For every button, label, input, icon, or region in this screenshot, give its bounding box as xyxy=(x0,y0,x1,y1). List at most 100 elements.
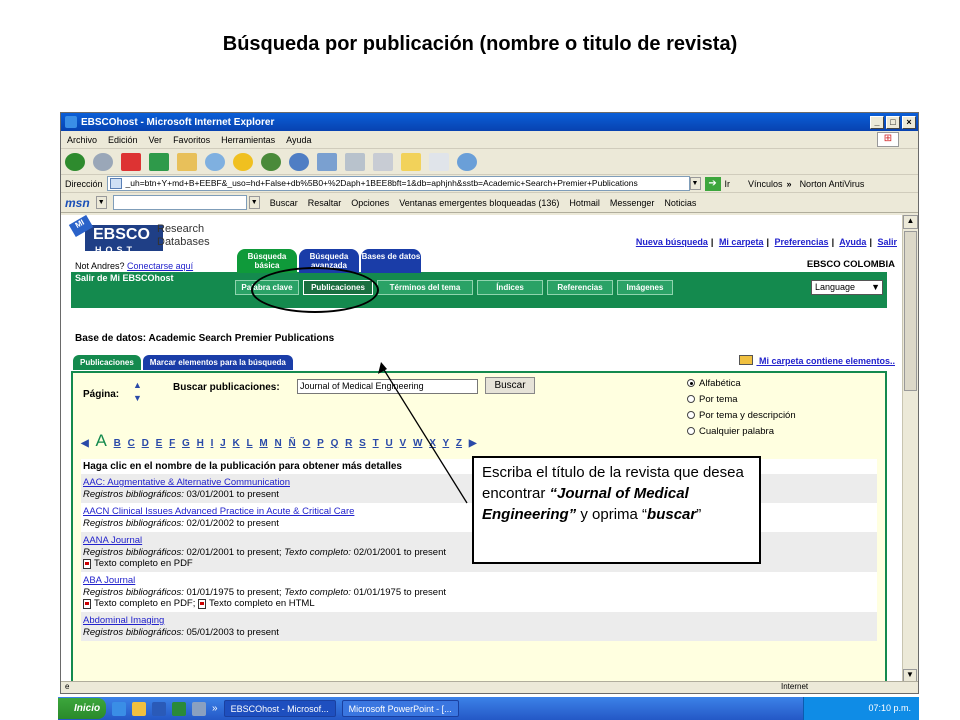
radio-cualquier-palabra[interactable]: Cualquier palabra xyxy=(687,424,796,440)
radio-alfabetica[interactable]: Alfabética xyxy=(687,376,796,392)
msn-search-input[interactable] xyxy=(112,195,247,210)
menu-edicion[interactable]: Edición xyxy=(108,135,138,145)
favorites-icon[interactable] xyxy=(233,152,253,171)
msn-popups[interactable]: Ventanas emergentes bloqueadas (136) xyxy=(399,198,559,208)
discuss-icon[interactable] xyxy=(401,152,421,171)
alpha-letter[interactable]: O xyxy=(303,438,311,449)
ayuda-link[interactable]: Ayuda xyxy=(839,237,866,247)
alpha-letter[interactable]: G xyxy=(182,438,190,449)
publication-title-link[interactable]: ABA Journal xyxy=(83,575,875,586)
address-input[interactable]: _uh=btn+Y+md+B+EEBF&_uso=hd+False+db%5B0… xyxy=(106,176,690,191)
alpha-letter[interactable]: I xyxy=(211,438,214,449)
alpha-letter[interactable]: X xyxy=(429,438,436,449)
go-label[interactable]: Ir xyxy=(725,179,731,189)
alpha-letter[interactable]: Z xyxy=(456,438,462,449)
alpha-letter[interactable]: K xyxy=(232,438,239,449)
word-quicklaunch-icon[interactable] xyxy=(152,701,166,716)
alpha-letter[interactable]: L xyxy=(247,438,253,449)
alpha-letter[interactable]: Y xyxy=(442,438,449,449)
msn-buscar[interactable]: Buscar xyxy=(270,198,298,208)
msn-menu-dropdown[interactable]: ▼ xyxy=(95,196,107,209)
scroll-up-icon[interactable]: ▲ xyxy=(903,215,918,229)
radio-por-tema-descripcion[interactable]: Por tema y descripción xyxy=(687,408,796,424)
search-icon[interactable] xyxy=(205,152,225,171)
alpha-letter[interactable]: W xyxy=(413,438,422,449)
tab-marcar-elementos[interactable]: Marcar elementos para la búsqueda xyxy=(142,355,293,370)
carpeta-message-link[interactable]: Mi carpeta contiene elementos.. xyxy=(739,355,895,366)
minimize-button[interactable]: _ xyxy=(870,115,884,129)
scroll-thumb[interactable] xyxy=(904,231,917,391)
research-icon[interactable] xyxy=(429,152,449,171)
tab-imagenes[interactable]: Imágenes xyxy=(617,280,673,295)
msn-opciones[interactable]: Opciones xyxy=(351,198,389,208)
alpha-letter[interactable]: J xyxy=(220,438,226,449)
alpha-letter[interactable]: Q xyxy=(331,438,339,449)
taskbar-item-powerpoint[interactable]: Microsoft PowerPoint - [... xyxy=(341,700,459,717)
messenger-quicklaunch-icon[interactable] xyxy=(192,701,206,716)
language-select[interactable]: Language ▼ xyxy=(811,280,883,295)
alpha-letter[interactable]: H xyxy=(197,438,204,449)
msn-search-dropdown[interactable]: ▼ xyxy=(248,196,260,209)
refresh-icon[interactable] xyxy=(149,152,169,171)
salir-mi-ebsco-link[interactable]: Salir de Mi EBSCOhost xyxy=(75,273,174,283)
tab-bases-de-datos[interactable]: Bases de datos xyxy=(361,249,421,273)
tab-indices[interactable]: Índices xyxy=(477,280,543,295)
back-icon[interactable] xyxy=(65,152,85,171)
alpha-prev-icon[interactable]: ◀ xyxy=(81,438,89,449)
salir-link[interactable]: Salir xyxy=(877,237,897,247)
menu-herramientas[interactable]: Herramientas xyxy=(221,135,275,145)
alpha-letter[interactable]: Ñ xyxy=(289,438,296,449)
tab-referencias[interactable]: Referencias xyxy=(547,280,613,295)
norton-label[interactable]: Norton AntiVirus xyxy=(800,179,865,189)
alpha-letter[interactable]: S xyxy=(359,438,366,449)
menu-ayuda[interactable]: Ayuda xyxy=(286,135,311,145)
alpha-letter[interactable]: P xyxy=(317,438,324,449)
maximize-button[interactable]: □ xyxy=(886,115,900,129)
messenger-icon[interactable] xyxy=(457,152,477,171)
alpha-letter[interactable]: F xyxy=(169,438,175,449)
login-link[interactable]: Conectarse aquí xyxy=(127,261,193,271)
more-icon[interactable]: » xyxy=(212,703,218,714)
media-icon[interactable] xyxy=(261,152,281,171)
msn-noticias[interactable]: Noticias xyxy=(664,198,696,208)
links-label[interactable]: Vínculos xyxy=(748,179,783,189)
alpha-letter[interactable]: D xyxy=(142,438,149,449)
alpha-letter[interactable]: V xyxy=(400,438,407,449)
mail-icon[interactable] xyxy=(317,152,337,171)
alpha-letter[interactable]: R xyxy=(345,438,352,449)
menu-favoritos[interactable]: Favoritos xyxy=(173,135,210,145)
forward-icon[interactable] xyxy=(93,152,113,171)
page-up-icon[interactable]: ▲ xyxy=(133,379,142,392)
home-icon[interactable] xyxy=(177,152,197,171)
alpha-letter[interactable]: C xyxy=(128,438,135,449)
taskbar-item-ebscohost[interactable]: EBSCOhost - Microsof... xyxy=(223,700,336,717)
menu-ver[interactable]: Ver xyxy=(149,135,163,145)
tab-publicaciones-list[interactable]: Publicaciones xyxy=(73,355,141,370)
msn-hotmail[interactable]: Hotmail xyxy=(569,198,600,208)
stop-icon[interactable] xyxy=(121,152,141,171)
alpha-letter[interactable]: T xyxy=(373,438,379,449)
alpha-letter[interactable]: B xyxy=(114,438,121,449)
tab-terminos-del-tema[interactable]: Términos del tema xyxy=(377,280,473,295)
nueva-busqueda-link[interactable]: Nueva búsqueda xyxy=(636,237,708,247)
radio-por-tema[interactable]: Por tema xyxy=(687,392,796,408)
alpha-letter[interactable]: N xyxy=(275,438,282,449)
alpha-next-icon[interactable]: ▶ xyxy=(469,438,477,449)
go-arrow-icon[interactable]: ➔ xyxy=(704,176,721,191)
buscar-button[interactable]: Buscar xyxy=(485,377,535,394)
edit-icon[interactable] xyxy=(373,152,393,171)
mi-carpeta-link[interactable]: Mi carpeta xyxy=(719,237,764,247)
page-down-icon[interactable]: ▼ xyxy=(133,392,142,405)
alpha-letter[interactable]: E xyxy=(156,438,163,449)
excel-quicklaunch-icon[interactable] xyxy=(172,701,186,716)
ie-quicklaunch-icon[interactable] xyxy=(112,701,126,716)
outlook-quicklaunch-icon[interactable] xyxy=(132,701,146,716)
close-button[interactable]: × xyxy=(902,115,916,129)
start-button[interactable]: Inicio xyxy=(58,698,106,719)
menu-archivo[interactable]: Archivo xyxy=(67,135,97,145)
alpha-letter[interactable]: U xyxy=(385,438,392,449)
chevron-icon[interactable]: » xyxy=(787,179,792,189)
msn-resaltar[interactable]: Resaltar xyxy=(308,198,342,208)
vertical-scrollbar[interactable]: ▲ ▼ xyxy=(902,215,918,683)
preferencias-link[interactable]: Preferencias xyxy=(775,237,829,247)
